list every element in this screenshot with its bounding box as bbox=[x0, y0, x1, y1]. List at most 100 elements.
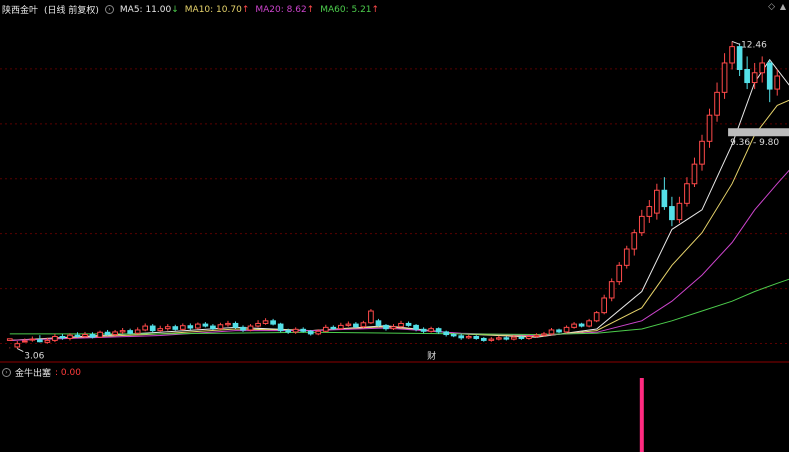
candle-body bbox=[593, 312, 600, 322]
candle-body bbox=[232, 322, 239, 328]
candle-body bbox=[195, 323, 201, 329]
candle-body bbox=[82, 334, 88, 337]
candle-body bbox=[480, 337, 487, 341]
candle-body bbox=[428, 328, 434, 332]
candlestick-chart[interactable]: 12.46 3.06 9.36 - 9.80 财 bbox=[0, 0, 789, 452]
candle-body bbox=[307, 330, 314, 335]
indicator-legend: › 金牛出塞 : 0.00 bbox=[2, 366, 81, 379]
candle-body bbox=[247, 325, 254, 331]
candle-body bbox=[420, 328, 427, 332]
candle-body bbox=[315, 330, 322, 335]
indicator-value: : 0.00 bbox=[55, 367, 81, 378]
ma60-legend: MA60: 5.21↑ bbox=[320, 4, 380, 15]
candle-body bbox=[638, 215, 645, 234]
candle-body bbox=[225, 322, 231, 326]
candle-body bbox=[44, 339, 51, 343]
indicator-circle-icon[interactable]: › bbox=[2, 368, 11, 377]
ma5-legend: MA5: 11.00↓ bbox=[119, 4, 179, 15]
stock-name: 陕西金叶 bbox=[2, 6, 39, 16]
candle-body bbox=[375, 320, 382, 326]
candle-body bbox=[255, 322, 261, 327]
candle-body bbox=[74, 334, 81, 337]
candle-body bbox=[721, 62, 728, 93]
candle-body bbox=[127, 330, 133, 334]
candle-body bbox=[744, 68, 750, 84]
candle-body bbox=[52, 335, 58, 341]
candle-body bbox=[608, 281, 615, 299]
candle-body bbox=[270, 320, 276, 325]
candle-body bbox=[119, 330, 126, 333]
candle-body bbox=[669, 206, 675, 221]
candle-body bbox=[21, 340, 28, 343]
candle-body bbox=[14, 343, 21, 348]
candle-body bbox=[285, 330, 291, 333]
candle-body bbox=[164, 326, 171, 330]
candle-body bbox=[29, 338, 36, 341]
candle-body bbox=[759, 62, 766, 74]
candle-body bbox=[526, 335, 532, 339]
candle-body bbox=[292, 328, 299, 333]
candle-body bbox=[240, 326, 246, 331]
range-box-label: 9.36 - 9.80 bbox=[730, 138, 779, 148]
candle-body bbox=[360, 322, 367, 328]
candle-body bbox=[59, 335, 66, 339]
candle-body bbox=[443, 331, 450, 336]
candle-body bbox=[714, 91, 720, 116]
candle-body bbox=[390, 326, 397, 330]
candle-body bbox=[623, 248, 630, 266]
indicator-name: 金牛出塞 bbox=[15, 369, 52, 379]
candle-body bbox=[571, 323, 577, 328]
candle-body bbox=[578, 323, 585, 327]
range-highlight-bar bbox=[728, 128, 789, 137]
high-pointer bbox=[731, 40, 741, 45]
candle-body bbox=[398, 322, 404, 328]
candle-body bbox=[676, 202, 683, 221]
candle-body bbox=[330, 326, 337, 330]
diamond-icon[interactable]: ◇ bbox=[768, 2, 775, 12]
candle-body bbox=[157, 328, 164, 332]
candle-body bbox=[300, 328, 307, 332]
candle-body bbox=[556, 329, 562, 333]
candle-body bbox=[661, 189, 668, 208]
candle-body bbox=[142, 325, 149, 331]
candle-body bbox=[496, 337, 502, 340]
candle-body bbox=[149, 325, 156, 332]
candle-body bbox=[383, 324, 389, 330]
candle-body bbox=[458, 335, 465, 339]
candle-body bbox=[337, 324, 344, 330]
settings-circle-icon[interactable]: › bbox=[104, 5, 114, 14]
low-label: 3.06 bbox=[24, 352, 44, 362]
candle-body bbox=[691, 163, 698, 185]
candle-body bbox=[586, 320, 592, 327]
ma20-legend: MA20: 8.62↑ bbox=[255, 4, 315, 15]
candle-body bbox=[262, 320, 269, 324]
signal-bar bbox=[639, 378, 644, 452]
ma-line-ma20 bbox=[9, 169, 789, 341]
candle-body bbox=[751, 72, 758, 84]
candle-body bbox=[6, 338, 13, 341]
candle-body bbox=[511, 336, 517, 340]
candle-body bbox=[104, 331, 111, 336]
candle-body bbox=[97, 331, 103, 338]
candle-body bbox=[202, 323, 209, 327]
candle-body bbox=[563, 326, 570, 333]
candle-body bbox=[405, 322, 412, 326]
candle-body bbox=[548, 329, 555, 335]
candle-body bbox=[134, 329, 141, 334]
candle-body bbox=[616, 264, 623, 283]
candle-body bbox=[179, 325, 186, 330]
candle-body bbox=[353, 323, 359, 328]
candle-body bbox=[413, 324, 419, 330]
candle-body bbox=[368, 310, 374, 324]
candle-body bbox=[450, 334, 457, 337]
candle-body bbox=[277, 323, 284, 332]
chevron-up-icon[interactable]: ▲ bbox=[780, 2, 786, 11]
candle-body bbox=[89, 334, 96, 338]
candle-body bbox=[435, 328, 442, 333]
candle-body bbox=[646, 206, 653, 217]
candle-body bbox=[729, 46, 735, 64]
candle-body bbox=[654, 189, 660, 214]
candle-body bbox=[774, 75, 781, 90]
period-label: (日线 前复权) bbox=[44, 6, 99, 16]
candle-body bbox=[112, 331, 118, 336]
